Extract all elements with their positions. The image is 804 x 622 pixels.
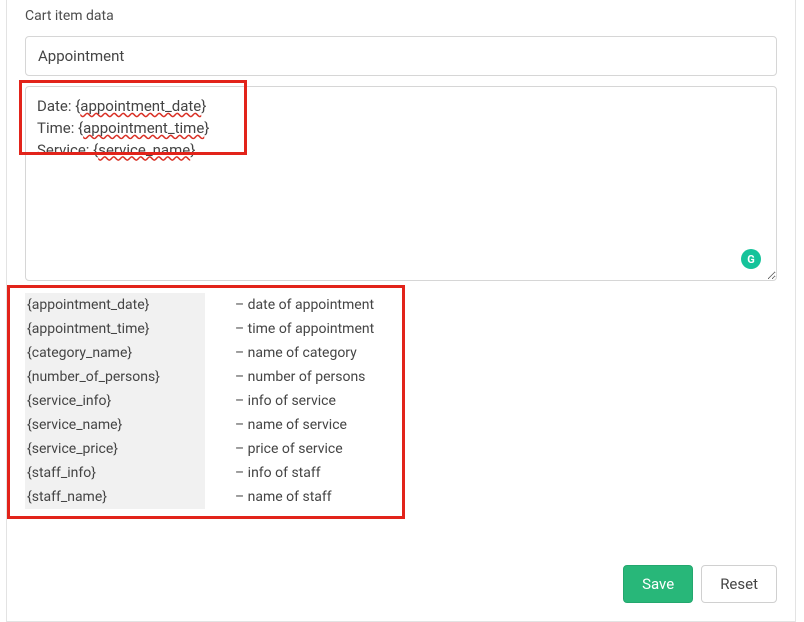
table-row: {service_price}– price of service <box>25 437 374 461</box>
shortcode-desc: – info of service <box>205 389 374 413</box>
table-row: {appointment_time}– time of appointment <box>25 317 374 341</box>
shortcode-code[interactable]: {service_price} <box>25 437 205 461</box>
shortcode-desc: – name of service <box>205 413 374 437</box>
table-row: {service_name}– name of service <box>25 413 374 437</box>
section-label: Cart item data <box>25 0 777 24</box>
reset-button[interactable]: Reset <box>701 565 777 603</box>
shortcode-code[interactable]: {staff_info} <box>25 461 205 485</box>
shortcodes-section: {appointment_date}– date of appointment{… <box>25 293 777 509</box>
table-row: {staff_info}– info of staff <box>25 461 374 485</box>
table-row: {staff_name}– name of staff <box>25 485 374 509</box>
shortcode-code[interactable]: {appointment_date} <box>25 293 205 317</box>
shortcode-desc: – price of service <box>205 437 374 461</box>
table-row: {appointment_date}– date of appointment <box>25 293 374 317</box>
shortcode-code[interactable]: {service_info} <box>25 389 205 413</box>
button-row: Save Reset <box>25 565 777 603</box>
shortcode-desc: – name of category <box>205 341 374 365</box>
grammarly-icon[interactable]: G <box>741 249 761 269</box>
shortcode-code[interactable]: {service_name} <box>25 413 205 437</box>
save-button[interactable]: Save <box>623 565 693 603</box>
shortcode-code[interactable]: {staff_name} <box>25 485 205 509</box>
grammarly-glyph: G <box>747 253 755 266</box>
table-row: {number_of_persons}– number of persons <box>25 365 374 389</box>
title-input[interactable] <box>25 36 777 76</box>
shortcode-code[interactable]: {category_name} <box>25 341 205 365</box>
shortcodes-table: {appointment_date}– date of appointment{… <box>25 293 374 509</box>
shortcode-code[interactable]: {appointment_time} <box>25 317 205 341</box>
textarea-wrap: Date: {appointment_date}Time: {appointme… <box>25 86 777 285</box>
table-row: {category_name}– name of category <box>25 341 374 365</box>
table-row: {service_info}– info of service <box>25 389 374 413</box>
shortcode-desc: – info of staff <box>205 461 374 485</box>
shortcode-code[interactable]: {number_of_persons} <box>25 365 205 389</box>
shortcode-desc: – number of persons <box>205 365 374 389</box>
cart-item-data-panel: Cart item data Date: {appointment_date}T… <box>6 0 796 622</box>
shortcode-desc: – date of appointment <box>205 293 374 317</box>
shortcode-desc: – time of appointment <box>205 317 374 341</box>
template-textarea[interactable] <box>25 86 777 281</box>
shortcode-desc: – name of staff <box>205 485 374 509</box>
